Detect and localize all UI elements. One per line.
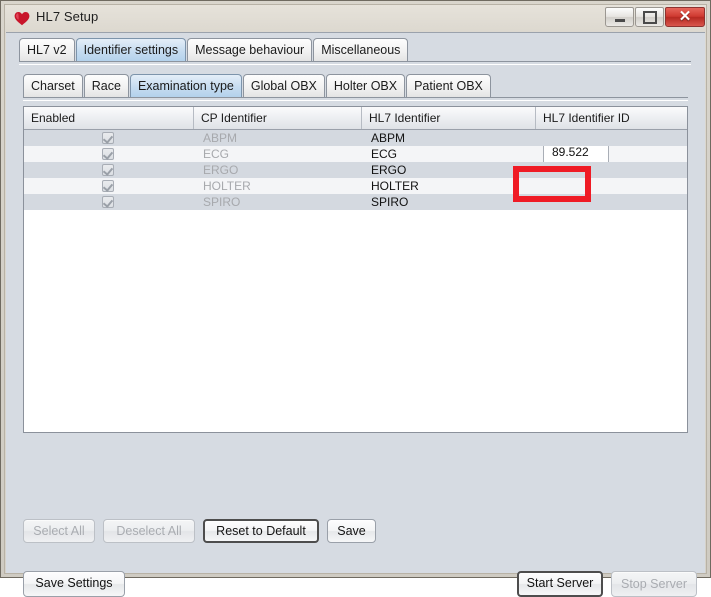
save-settings-button[interactable]: Save Settings xyxy=(23,571,125,597)
window-frame-inner: HL7 Setup ✕ HL7 v2 Identifier settings M… xyxy=(4,4,707,597)
start-server-button[interactable]: Start Server xyxy=(517,571,603,597)
heart-icon xyxy=(14,12,30,26)
minimize-button[interactable] xyxy=(605,7,634,27)
cp-identifier-cell[interactable]: ECG xyxy=(194,146,362,162)
window-content: HL7 v2 Identifier settings Message behav… xyxy=(6,32,705,597)
enabled-cell[interactable] xyxy=(24,194,194,210)
hl7-identifier-id-cell[interactable] xyxy=(536,130,687,146)
hl7-identifier-id-input[interactable]: 89.522 xyxy=(543,146,609,162)
hl7-identifier-cell[interactable]: ERGO xyxy=(362,162,536,178)
maximize-button[interactable] xyxy=(635,7,664,27)
tab-miscellaneous[interactable]: Miscellaneous xyxy=(313,38,409,61)
application-window: HL7 Setup ✕ HL7 v2 Identifier settings M… xyxy=(0,0,711,597)
cp-identifier-cell[interactable]: HOLTER xyxy=(194,178,362,194)
hl7-identifier-id-cell[interactable] xyxy=(536,178,687,194)
subtab-patient-obx[interactable]: Patient OBX xyxy=(406,74,491,97)
column-header-enabled[interactable]: Enabled xyxy=(24,107,194,129)
checkbox-checked-icon[interactable] xyxy=(102,148,114,160)
column-header-cp-identifier[interactable]: CP Identifier xyxy=(194,107,362,129)
hl7-identifier-id-cell-container: 89.522 xyxy=(536,146,687,162)
window-title: HL7 Setup xyxy=(36,9,99,24)
subtab-global-obx[interactable]: Global OBX xyxy=(242,74,325,97)
select-all-button[interactable]: Select All xyxy=(23,519,95,543)
sub-tab-underline xyxy=(23,97,688,101)
table-row[interactable]: ABPM ABPM xyxy=(24,130,687,146)
enabled-cell[interactable] xyxy=(24,146,194,162)
minimize-icon xyxy=(606,8,633,26)
tab-hl7-v2[interactable]: HL7 v2 xyxy=(19,38,75,61)
hl7-identifier-cell[interactable]: HOLTER xyxy=(362,178,536,194)
hl7-identifier-id-cell[interactable] xyxy=(536,162,687,178)
table-row[interactable]: SPIRO SPIRO xyxy=(24,194,687,210)
subtab-examination-type[interactable]: Examination type xyxy=(129,74,242,97)
examination-type-table: Enabled CP Identifier HL7 Identifier HL7… xyxy=(23,106,688,433)
subtab-race[interactable]: Race xyxy=(83,74,129,97)
checkbox-checked-icon[interactable] xyxy=(102,132,114,144)
tab-message-behaviour[interactable]: Message behaviour xyxy=(187,38,313,61)
subtab-holter-obx[interactable]: Holter OBX xyxy=(325,74,406,97)
column-header-hl7-identifier[interactable]: HL7 Identifier xyxy=(362,107,536,129)
deselect-all-button[interactable]: Deselect All xyxy=(103,519,195,543)
cp-identifier-cell[interactable]: SPIRO xyxy=(194,194,362,210)
subtab-charset[interactable]: Charset xyxy=(23,74,83,97)
checkbox-checked-icon[interactable] xyxy=(102,196,114,208)
enabled-cell[interactable] xyxy=(24,162,194,178)
column-header-hl7-identifier-id[interactable]: HL7 Identifier ID xyxy=(536,107,687,129)
close-button[interactable]: ✕ xyxy=(665,7,705,27)
enabled-cell[interactable] xyxy=(24,178,194,194)
sub-tab-strip: Charset Race Examination type Global OBX… xyxy=(23,74,688,98)
main-tab-strip: HL7 v2 Identifier settings Message behav… xyxy=(19,38,691,62)
checkbox-checked-icon[interactable] xyxy=(102,164,114,176)
maximize-icon xyxy=(636,8,663,26)
table-row[interactable]: HOLTER HOLTER xyxy=(24,178,687,194)
cp-identifier-cell[interactable]: ABPM xyxy=(194,130,362,146)
tab-identifier-settings[interactable]: Identifier settings xyxy=(75,38,187,61)
title-bar: HL7 Setup ✕ xyxy=(5,5,706,32)
close-icon: ✕ xyxy=(678,8,692,25)
hl7-identifier-cell[interactable]: ABPM xyxy=(362,130,536,146)
hl7-identifier-id-cell[interactable] xyxy=(536,194,687,210)
hl7-identifier-cell[interactable]: SPIRO xyxy=(362,194,536,210)
enabled-cell[interactable] xyxy=(24,130,194,146)
table-row[interactable]: ERGO ERGO xyxy=(24,162,687,178)
stop-server-button[interactable]: Stop Server xyxy=(611,571,697,597)
table-row[interactable]: ECG ECG 89.522 xyxy=(24,146,687,162)
hl7-identifier-cell[interactable]: ECG xyxy=(362,146,536,162)
table-header-row: Enabled CP Identifier HL7 Identifier HL7… xyxy=(24,107,687,130)
reset-to-default-button[interactable]: Reset to Default xyxy=(203,519,319,543)
checkbox-checked-icon[interactable] xyxy=(102,180,114,192)
main-tab-underline xyxy=(19,61,691,65)
cp-identifier-cell[interactable]: ERGO xyxy=(194,162,362,178)
save-button[interactable]: Save xyxy=(327,519,376,543)
